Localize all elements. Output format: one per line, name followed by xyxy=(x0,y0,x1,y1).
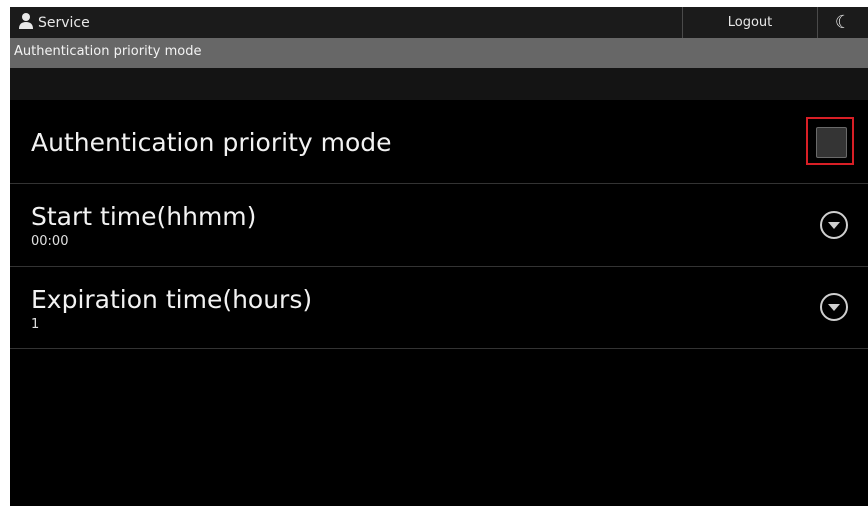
chevron-down-icon[interactable] xyxy=(819,292,849,322)
user-icon xyxy=(19,13,33,29)
chevron-down-icon[interactable] xyxy=(819,210,849,240)
settings-list: Authentication priority mode Start time(… xyxy=(10,100,868,506)
moon-icon: ☾ xyxy=(834,12,852,33)
night-mode-button[interactable]: ☾ xyxy=(818,7,868,38)
breadcrumb: Authentication priority mode xyxy=(10,38,868,68)
app-title: Service xyxy=(38,15,90,31)
expiration-time-value: 1 xyxy=(31,317,40,332)
top-bar: Service Logout ☾ xyxy=(10,7,868,38)
logout-button[interactable]: Logout xyxy=(683,7,817,38)
checkbox-highlight xyxy=(806,117,854,165)
auth-priority-mode-checkbox[interactable] xyxy=(816,127,847,158)
expiration-time-label: Expiration time(hours) xyxy=(31,285,313,314)
start-time-row[interactable]: Start time(hhmm) 00:00 xyxy=(10,184,868,267)
divider xyxy=(10,68,868,100)
expiration-time-row[interactable]: Expiration time(hours) 1 xyxy=(10,267,868,349)
auth-priority-mode-label: Authentication priority mode xyxy=(31,128,392,157)
auth-priority-mode-row[interactable]: Authentication priority mode xyxy=(10,100,868,184)
start-time-value: 00:00 xyxy=(31,234,69,249)
start-time-label: Start time(hhmm) xyxy=(31,202,257,231)
